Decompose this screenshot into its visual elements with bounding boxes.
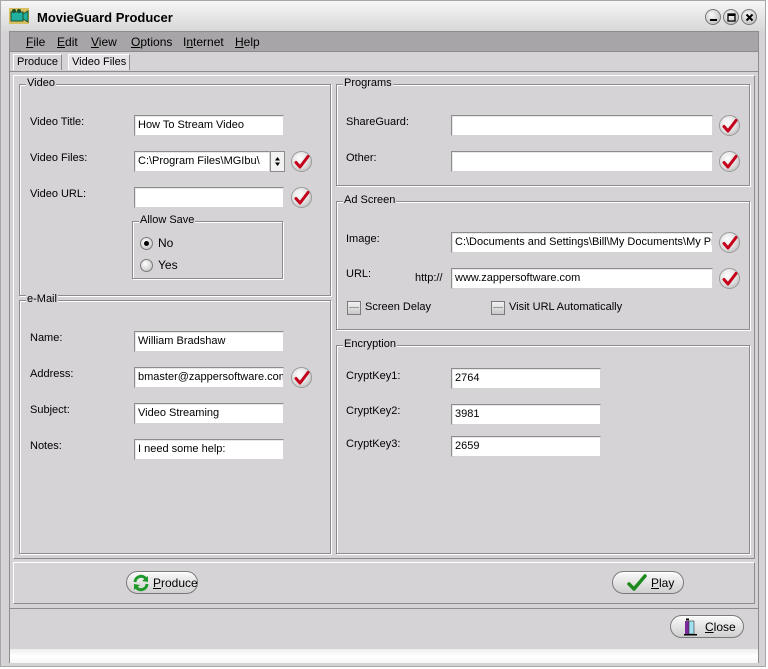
- bottom-area: Close: [10, 608, 758, 663]
- ad-image-label: Image:: [346, 233, 380, 245]
- ad-url-prefix: http://: [415, 272, 443, 284]
- email-subject-input[interactable]: Video Streaming: [134, 403, 284, 424]
- menu-file[interactable]: File: [26, 35, 45, 49]
- allow-save-group: Allow Save No Yes: [132, 214, 283, 279]
- video-files-spinner[interactable]: [270, 151, 285, 172]
- encryption-group: Encryption CryptKey1: 2764 CryptKey2: 39…: [336, 338, 750, 554]
- allow-save-no-label[interactable]: No: [158, 236, 173, 250]
- validate-other-button[interactable]: [719, 151, 740, 172]
- encryption-group-title: Encryption: [343, 338, 397, 350]
- red-checkmark-icon: [294, 371, 310, 385]
- menu-view[interactable]: View: [91, 35, 117, 49]
- tab-video-files[interactable]: Video Files: [68, 54, 131, 70]
- allow-save-no-radio[interactable]: [140, 237, 153, 250]
- email-address-label: Address:: [30, 368, 74, 380]
- email-address-input[interactable]: bmaster@zappersoftware.com: [134, 367, 284, 388]
- other-label: Other:: [346, 152, 377, 164]
- ad-url-input[interactable]: www.zappersoftware.com: [451, 268, 713, 289]
- refresh-arrows-icon: [133, 574, 149, 592]
- app-window: MovieGuard Producer File Edit View Optio…: [0, 0, 766, 667]
- validate-video-url-button[interactable]: [291, 187, 312, 208]
- menu-help[interactable]: Help: [235, 35, 260, 49]
- red-checkmark-icon: [722, 119, 738, 133]
- red-checkmark-icon: [722, 272, 738, 286]
- ad-screen-group-title: Ad Screen: [343, 194, 397, 206]
- allow-save-yes-radio[interactable]: [140, 259, 153, 272]
- cryptkey3-input[interactable]: 2659: [451, 436, 601, 457]
- programs-group: Programs ShareGuard: Other:: [336, 77, 750, 186]
- programs-group-title: Programs: [343, 77, 393, 89]
- close-button[interactable]: Close: [670, 615, 744, 638]
- play-button[interactable]: Play: [612, 571, 684, 594]
- green-checkmark-icon: [627, 574, 647, 591]
- video-files-label: Video Files:: [30, 152, 88, 164]
- validate-shareguard-button[interactable]: [719, 115, 740, 136]
- ad-screen-group: Ad Screen Image: C:\Documents and Settin…: [336, 194, 750, 330]
- play-button-label: Play: [651, 576, 675, 590]
- action-bar: Produce Play: [13, 562, 755, 604]
- email-notes-input[interactable]: I need some help:: [134, 439, 284, 460]
- maximize-icon: [727, 13, 736, 22]
- menu-options[interactable]: Options: [131, 35, 172, 49]
- shareguard-label: ShareGuard:: [346, 116, 409, 128]
- validate-email-address-button[interactable]: [291, 367, 312, 388]
- tab-strip: Produce Video Files: [9, 52, 759, 71]
- visit-url-checkbox[interactable]: [491, 301, 505, 315]
- video-url-input[interactable]: [134, 187, 284, 208]
- validate-ad-image-button[interactable]: [719, 232, 740, 253]
- main-panel: Video Video Title: How To Stream Video V…: [13, 75, 755, 559]
- tab-produce[interactable]: Produce: [13, 54, 62, 70]
- video-group-title: Video: [26, 77, 56, 89]
- other-input[interactable]: [451, 151, 713, 172]
- app-logo-icon: [9, 8, 29, 24]
- exit-door-icon: [684, 618, 697, 636]
- window-title: MovieGuard Producer: [37, 10, 173, 25]
- red-checkmark-icon: [722, 155, 738, 169]
- email-name-input[interactable]: William Bradshaw: [134, 331, 284, 352]
- shareguard-input[interactable]: [451, 115, 713, 136]
- title-bar[interactable]: MovieGuard Producer: [1, 1, 765, 31]
- close-button-label: Close: [705, 620, 736, 634]
- ad-image-input[interactable]: C:\Documents and Settings\Bill\My Docume…: [451, 232, 713, 253]
- close-icon: [745, 13, 754, 22]
- video-title-label: Video Title:: [30, 116, 85, 128]
- menu-bar: File Edit View Options Internet Help: [9, 31, 759, 52]
- cryptkey2-input[interactable]: 3981: [451, 404, 601, 425]
- validate-ad-url-button[interactable]: [719, 268, 740, 289]
- ad-url-label: URL:: [346, 268, 372, 280]
- menu-internet[interactable]: Internet: [183, 35, 224, 49]
- up-down-arrows-icon: [275, 157, 280, 166]
- email-name-label: Name:: [30, 332, 63, 344]
- email-notes-label: Notes:: [30, 440, 62, 452]
- cryptkey1-input[interactable]: 2764: [451, 368, 601, 389]
- produce-button[interactable]: Produce: [126, 571, 198, 594]
- validate-video-files-button[interactable]: [291, 151, 312, 172]
- email-subject-label: Subject:: [30, 404, 70, 416]
- produce-button-label: Produce: [153, 576, 198, 590]
- menu-edit[interactable]: Edit: [57, 35, 78, 49]
- allow-save-title: Allow Save: [139, 214, 196, 226]
- screen-delay-label[interactable]: Screen Delay: [365, 301, 431, 313]
- video-files-input[interactable]: C:\Program Files\MGIbu\: [134, 151, 270, 172]
- video-title-input[interactable]: How To Stream Video: [134, 115, 284, 136]
- status-bar: [10, 649, 758, 663]
- close-window-button[interactable]: [741, 9, 757, 25]
- cryptkey3-label: CryptKey3:: [346, 438, 401, 450]
- cryptkey1-label: CryptKey1:: [346, 370, 401, 382]
- visit-url-label[interactable]: Visit URL Automatically: [509, 301, 622, 313]
- maximize-button[interactable]: [723, 9, 739, 25]
- cryptkey2-label: CryptKey2:: [346, 405, 401, 417]
- email-group-title: e-Mail: [26, 293, 58, 305]
- allow-save-yes-label[interactable]: Yes: [158, 258, 178, 272]
- video-url-label: Video URL:: [30, 188, 87, 200]
- screen-delay-checkbox[interactable]: [347, 301, 361, 315]
- minimize-icon: [710, 19, 717, 21]
- red-checkmark-icon: [294, 191, 310, 205]
- email-group: e-Mail Name: William Bradshaw Address: b…: [19, 293, 331, 554]
- client-area: Video Video Title: How To Stream Video V…: [9, 71, 759, 663]
- red-checkmark-icon: [294, 155, 310, 169]
- red-checkmark-icon: [722, 236, 738, 250]
- video-group: Video Video Title: How To Stream Video V…: [19, 77, 331, 296]
- minimize-button[interactable]: [705, 9, 721, 25]
